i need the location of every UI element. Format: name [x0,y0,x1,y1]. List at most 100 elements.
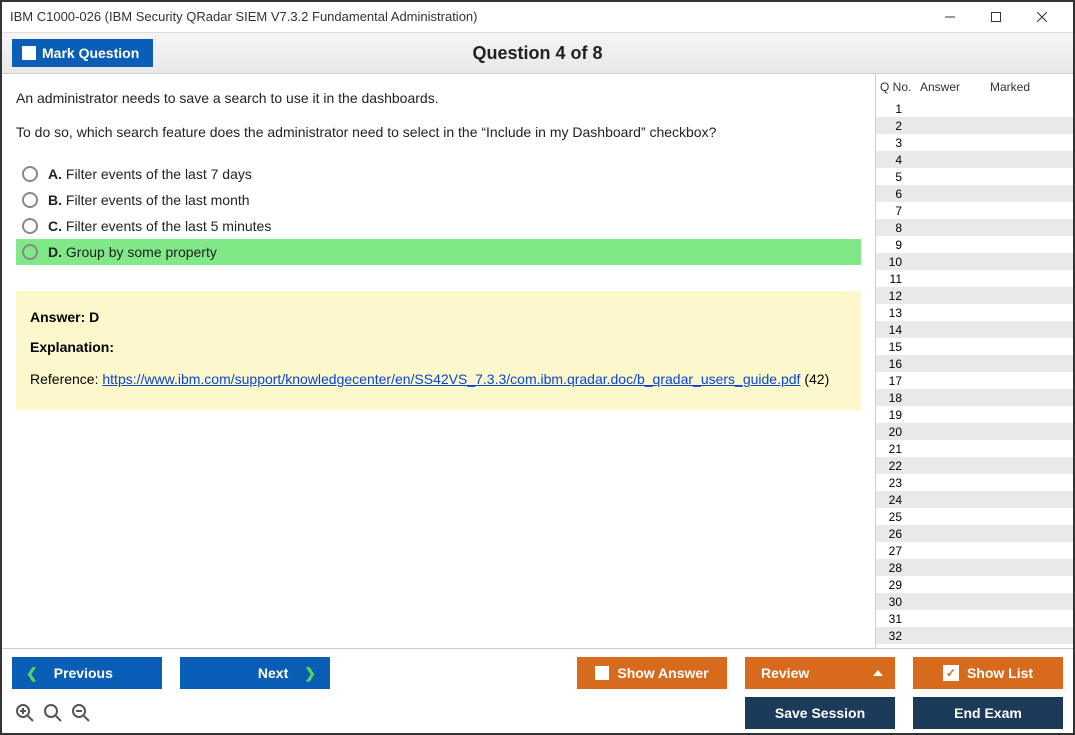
radio-icon[interactable] [22,192,38,208]
question-list-row[interactable]: 17 [876,372,1073,389]
question-list-row[interactable]: 11 [876,270,1073,287]
question-number: 1 [876,102,908,116]
previous-button[interactable]: ❮ Previous [12,657,162,689]
reference-prefix: Reference: [30,371,102,387]
option-text: A. Filter events of the last 7 days [48,166,252,182]
question-list-row[interactable]: 19 [876,406,1073,423]
question-list-row[interactable]: 8 [876,219,1073,236]
question-list-row[interactable]: 33 [876,644,1073,648]
question-list-row[interactable]: 18 [876,389,1073,406]
question-list-row[interactable]: 30 [876,593,1073,610]
question-list[interactable]: 1234567891011121314151617181920212223242… [876,100,1073,648]
question-number: 9 [876,238,908,252]
reference-suffix: (42) [800,371,829,387]
minimize-icon [945,12,955,22]
answer-line: Answer: D [30,309,847,325]
save-session-button[interactable]: Save Session [745,697,895,729]
question-list-row[interactable]: 3 [876,134,1073,151]
show-answer-label: Show Answer [617,665,708,681]
question-list-row[interactable]: 23 [876,474,1073,491]
close-button[interactable] [1019,3,1065,31]
radio-icon[interactable] [22,166,38,182]
question-list-row[interactable]: 13 [876,304,1073,321]
option-text: C. Filter events of the last 5 minutes [48,218,271,234]
options-list: A. Filter events of the last 7 days B. Fi… [16,161,861,265]
question-number: 23 [876,476,908,490]
question-list-row[interactable]: 12 [876,287,1073,304]
app-window: IBM C1000-026 (IBM Security QRadar SIEM … [0,0,1075,735]
titlebar-controls [927,3,1065,31]
maximize-button[interactable] [973,3,1019,31]
radio-icon[interactable] [22,244,38,260]
show-list-button[interactable]: ✓ Show List [913,657,1063,689]
footer-session-right: Save Session End Exam [745,697,1063,729]
header-bar: Mark Question Question 4 of 8 [2,32,1073,74]
question-list-row[interactable]: 32 [876,627,1073,644]
footer-row-2: Save Session End Exam [12,697,1063,729]
question-paragraph-1: An administrator needs to save a search … [16,88,861,110]
option-text: D. Group by some property [48,244,217,260]
square-icon [595,666,609,680]
chevron-right-icon: ❯ [304,665,316,682]
reference-link[interactable]: https://www.ibm.com/support/knowledgecen… [102,371,800,387]
question-list-row[interactable]: 14 [876,321,1073,338]
option-row-c[interactable]: C. Filter events of the last 5 minutes [16,213,861,239]
mark-question-button[interactable]: Mark Question [12,39,153,67]
question-list-row[interactable]: 26 [876,525,1073,542]
show-list-label: Show List [967,665,1033,681]
question-number: 28 [876,561,908,575]
question-list-row[interactable]: 28 [876,559,1073,576]
question-number: 24 [876,493,908,507]
question-list-row[interactable]: 6 [876,185,1073,202]
question-paragraph-2: To do so, which search feature does the … [16,122,861,144]
window-title: IBM C1000-026 (IBM Security QRadar SIEM … [10,9,477,24]
save-session-label: Save Session [775,705,865,721]
question-number: 11 [876,272,908,286]
question-list-row[interactable]: 25 [876,508,1073,525]
zoom-reset-icon[interactable] [42,702,64,724]
review-button[interactable]: Review [745,657,895,689]
next-button[interactable]: Next ❯ [180,657,330,689]
question-list-row[interactable]: 20 [876,423,1073,440]
question-list-row[interactable]: 4 [876,151,1073,168]
body-area: An administrator needs to save a search … [2,74,1073,648]
option-row-b[interactable]: B. Filter events of the last month [16,187,861,213]
radio-icon[interactable] [22,218,38,234]
question-list-row[interactable]: 1 [876,100,1073,117]
minimize-button[interactable] [927,3,973,31]
previous-label: Previous [54,665,113,681]
question-list-row[interactable]: 29 [876,576,1073,593]
titlebar: IBM C1000-026 (IBM Security QRadar SIEM … [2,2,1073,32]
question-list-row[interactable]: 5 [876,168,1073,185]
question-list-row[interactable]: 15 [876,338,1073,355]
question-number: 4 [876,153,908,167]
close-icon [1037,12,1047,22]
question-number: 10 [876,255,908,269]
question-list-row[interactable]: 16 [876,355,1073,372]
question-list-row[interactable]: 21 [876,440,1073,457]
zoom-in-icon[interactable] [14,702,36,724]
question-list-row[interactable]: 27 [876,542,1073,559]
option-row-a[interactable]: A. Filter events of the last 7 days [16,161,861,187]
zoom-out-icon[interactable] [70,702,92,724]
question-number: 19 [876,408,908,422]
footer-nav-right: Show Answer Review ✓ Show List [577,657,1063,689]
question-list-row[interactable]: 9 [876,236,1073,253]
question-list-row[interactable]: 24 [876,491,1073,508]
question-list-row[interactable]: 31 [876,610,1073,627]
question-list-row[interactable]: 22 [876,457,1073,474]
option-row-d[interactable]: D. Group by some property [16,239,861,265]
maximize-icon [991,12,1001,22]
question-list-row[interactable]: 10 [876,253,1073,270]
question-number: 15 [876,340,908,354]
question-number: 17 [876,374,908,388]
question-list-row[interactable]: 7 [876,202,1073,219]
footer-nav-left: ❮ Previous Next ❯ [12,657,330,689]
end-exam-button[interactable]: End Exam [913,697,1063,729]
question-number: 6 [876,187,908,201]
question-list-row[interactable]: 2 [876,117,1073,134]
question-number: 5 [876,170,908,184]
question-list-header: Q No. Answer Marked [876,74,1073,100]
show-answer-button[interactable]: Show Answer [577,657,727,689]
checkbox-icon [22,46,36,60]
